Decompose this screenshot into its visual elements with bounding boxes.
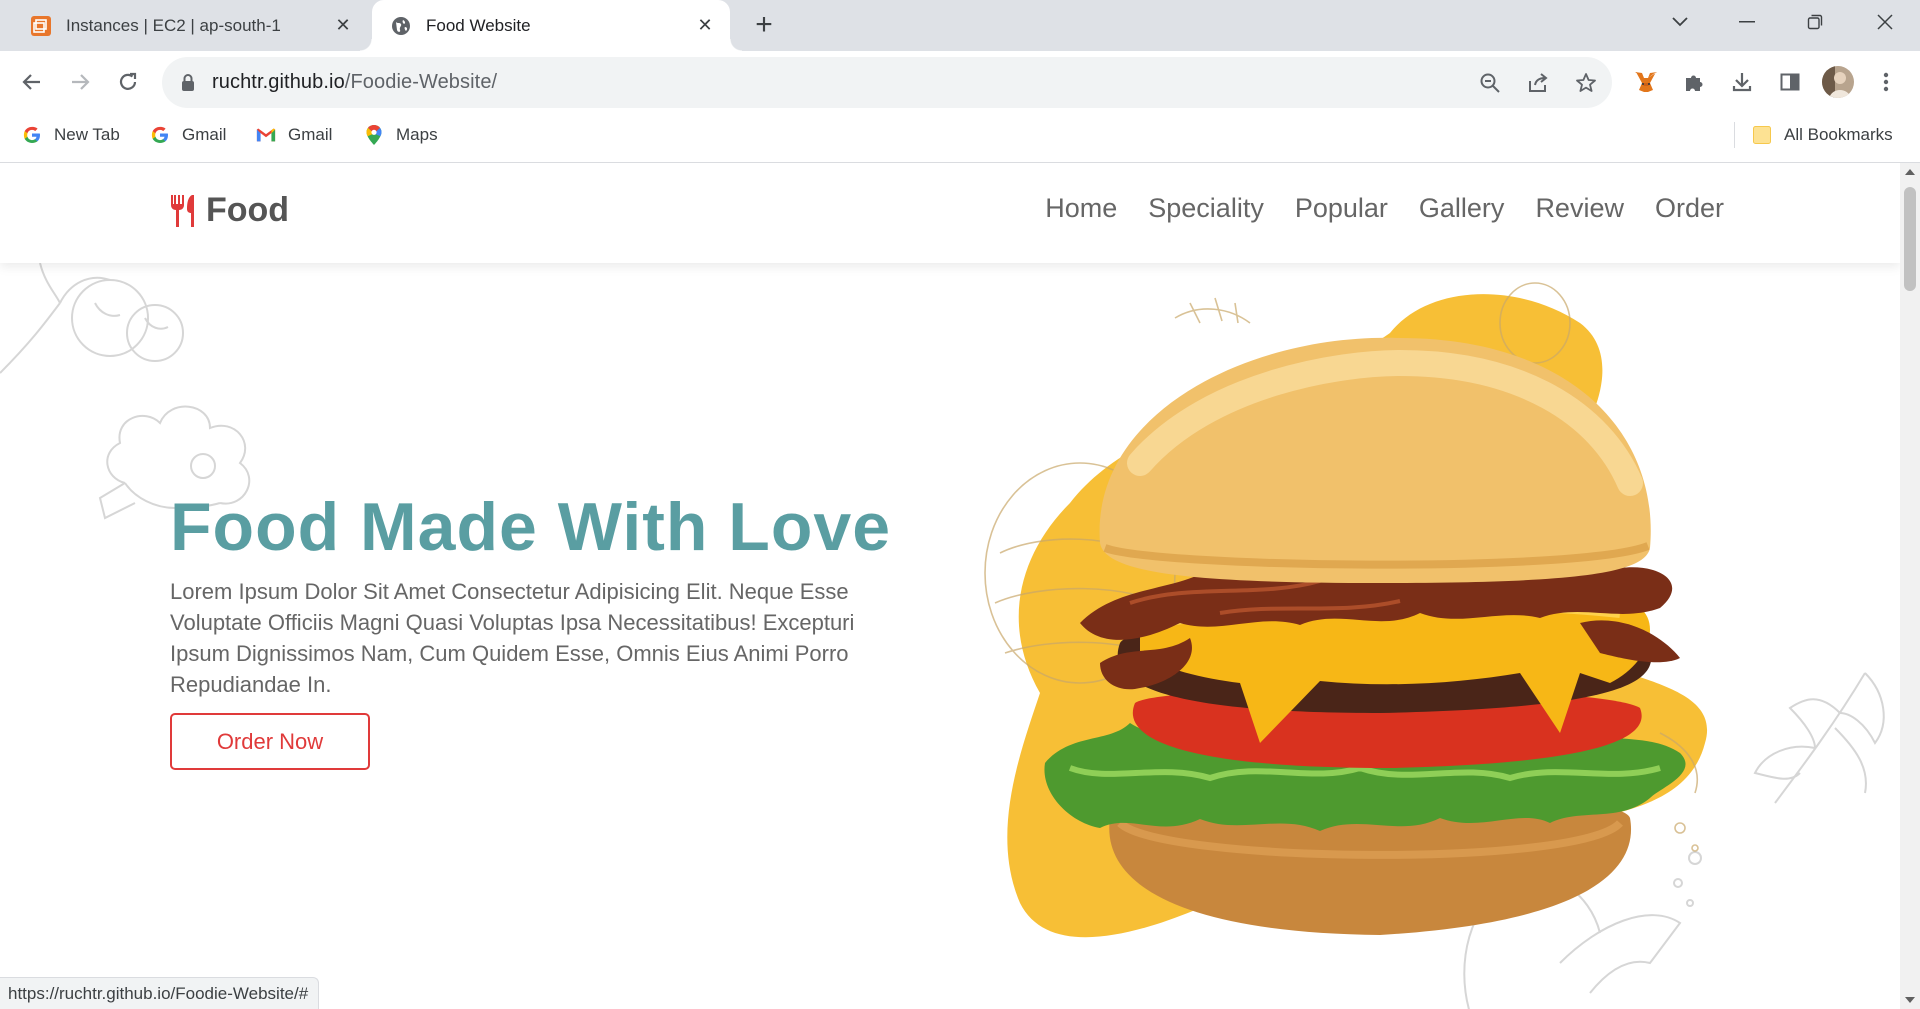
side-panel-icon[interactable]: [1772, 64, 1808, 100]
forward-arrow-icon: [72, 74, 90, 90]
herb-leaf-sketch-icon: [1753, 672, 1885, 804]
address-bar[interactable]: ruchtr.github.io/Foodie-Website/: [162, 57, 1612, 108]
bookmark-label: Maps: [396, 125, 438, 144]
site-logo[interactable]: Food: [168, 191, 289, 230]
extensions-puzzle-icon[interactable]: [1676, 64, 1712, 100]
url-path: /Foodie-Website/: [344, 71, 498, 93]
bookmark-star-icon[interactable]: [1572, 69, 1600, 97]
nav-speciality[interactable]: Speciality: [1148, 193, 1264, 224]
reload-icon: [119, 72, 137, 90]
tab-strip: Instances | EC2 | ap-south-1 ✕ Food Webs…: [0, 0, 1920, 51]
lock-icon[interactable]: [180, 73, 196, 98]
tab-title: Food Website: [426, 15, 531, 35]
page-viewport: Food Home Speciality Popular Gallery Rev…: [0, 163, 1900, 1009]
bookmark-gmail[interactable]: Gmail: [256, 116, 332, 154]
bookmark-maps[interactable]: Maps: [364, 116, 438, 154]
all-bookmarks-label: All Bookmarks: [1784, 125, 1893, 144]
bookmark-label: Gmail: [288, 125, 333, 144]
profile-avatar[interactable]: [1820, 64, 1856, 100]
zoom-icon[interactable]: [1476, 69, 1504, 97]
status-url: https://ruchtr.github.io/Foodie-Website/…: [8, 983, 309, 1003]
bookmark-new-tab[interactable]: New Tab: [22, 116, 120, 154]
back-arrow-icon: [22, 74, 40, 90]
gmail-icon: [256, 125, 276, 145]
tab-food-website[interactable]: Food Website ✕: [360, 0, 742, 51]
burger-hero-image: [984, 282, 1708, 938]
nav-home[interactable]: Home: [1045, 193, 1117, 224]
metamask-extension-icon[interactable]: [1628, 64, 1664, 100]
tab-ec2-instances[interactable]: Instances | EC2 | ap-south-1 ✕: [14, 0, 368, 51]
tab-search-icon[interactable]: [1650, 0, 1710, 44]
hero-description: Lorem Ipsum Dolor Sit Amet Consectetur A…: [170, 579, 855, 697]
scrollbar-thumb[interactable]: [1904, 187, 1916, 291]
site-header: Food Home Speciality Popular Gallery Rev…: [0, 163, 1900, 263]
logo-text: Food: [206, 191, 290, 229]
scroll-down-arrow-icon[interactable]: [1905, 997, 1915, 1003]
main-nav: Home Speciality Popular Gallery Review O…: [1014, 193, 1724, 224]
bookmark-label: New Tab: [54, 125, 120, 144]
forward-button[interactable]: [62, 64, 98, 100]
maps-icon: [364, 125, 384, 145]
minimize-button[interactable]: [1717, 0, 1777, 44]
url-host: ruchtr.github.io: [212, 71, 345, 93]
bookmarks-bar: New Tab Gmail Gmail Maps All Bookmarks: [0, 116, 1920, 162]
url-text[interactable]: ruchtr.github.io/Foodie-Website/: [212, 71, 497, 94]
reload-button[interactable]: [110, 64, 146, 100]
page-scrollbar[interactable]: [1900, 163, 1920, 1009]
browser-menu-icon[interactable]: [1868, 64, 1904, 100]
all-bookmarks-button[interactable]: All Bookmarks: [1752, 116, 1893, 154]
close-tab-icon[interactable]: ✕: [332, 14, 354, 36]
google-icon: [22, 125, 42, 145]
bookmarks-divider: [1734, 122, 1735, 148]
scroll-up-arrow-icon[interactable]: [1905, 169, 1915, 175]
share-icon[interactable]: [1524, 69, 1552, 97]
globe-icon: [390, 15, 412, 37]
order-now-button[interactable]: Order Now: [170, 713, 370, 770]
new-tab-button[interactable]: +: [748, 10, 780, 42]
close-tab-icon[interactable]: ✕: [694, 14, 716, 36]
tab-title: Instances | EC2 | ap-south-1: [66, 15, 281, 35]
restore-button[interactable]: [1785, 0, 1845, 44]
hero-title: Food Made With Love: [170, 489, 892, 565]
aws-ec2-icon: [30, 15, 52, 37]
bookmark-label: Gmail: [182, 125, 227, 144]
utensils-icon: [171, 194, 194, 227]
nav-review[interactable]: Review: [1535, 193, 1624, 224]
bookmark-gmail-google[interactable]: Gmail: [150, 116, 226, 154]
nav-gallery[interactable]: Gallery: [1419, 193, 1505, 224]
folder-icon: [1752, 125, 1772, 145]
nav-popular[interactable]: Popular: [1295, 193, 1388, 224]
google-icon: [150, 125, 170, 145]
back-button[interactable]: [14, 64, 50, 100]
downloads-icon[interactable]: [1724, 64, 1760, 100]
close-window-button[interactable]: [1855, 0, 1915, 44]
nav-order[interactable]: Order: [1655, 193, 1724, 224]
link-status-bubble: https://ruchtr.github.io/Foodie-Website/…: [0, 977, 320, 1009]
